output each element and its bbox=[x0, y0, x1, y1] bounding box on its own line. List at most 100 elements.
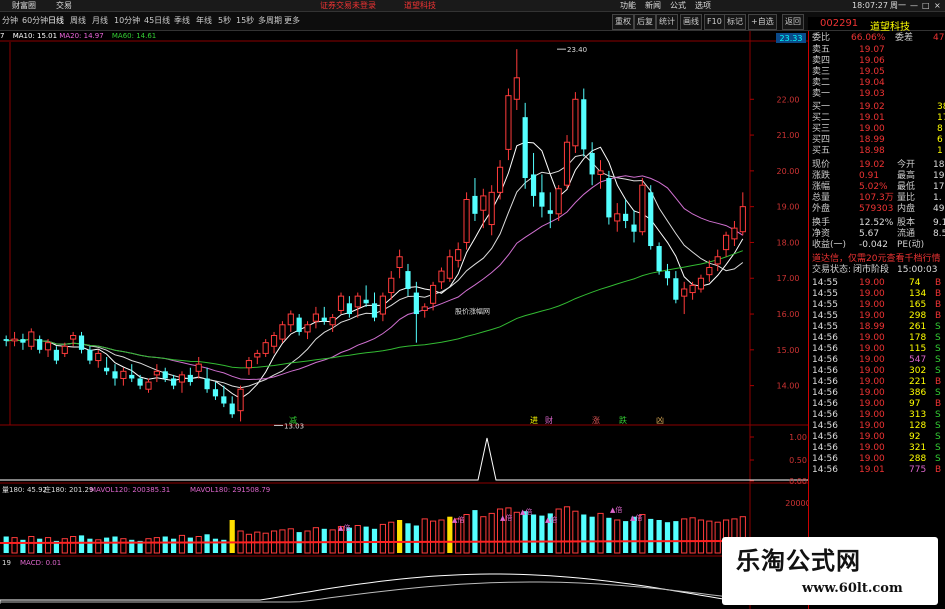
macd-legend: 19 bbox=[2, 559, 11, 567]
ask-row: 卖三 19.05 bbox=[809, 67, 945, 78]
candle-body bbox=[623, 213, 629, 221]
stat-row-cell: 最高 bbox=[897, 171, 916, 181]
stat-row-cell: 现价 bbox=[812, 160, 831, 170]
volume-bar bbox=[187, 537, 193, 553]
candle-body bbox=[396, 256, 403, 269]
stat-row-cell: 涨跌 bbox=[812, 171, 831, 181]
volume-mark: ▲倍 bbox=[520, 507, 532, 516]
dif-line bbox=[0, 573, 740, 602]
signal-badge: 减 bbox=[289, 415, 297, 425]
tick-row: 14:56 19.00 302 S bbox=[809, 366, 945, 377]
candle-body bbox=[446, 256, 453, 279]
tick-row-cell: 92 bbox=[909, 432, 921, 442]
volume-bar bbox=[379, 523, 386, 554]
watermark-url: www.60lt.com bbox=[802, 581, 903, 596]
quote-header: 002291 道望科技 bbox=[808, 17, 945, 33]
stat-row-cell: 今开 bbox=[897, 160, 916, 170]
bid-row-cell: 19.00 bbox=[859, 124, 885, 134]
volume-bar bbox=[28, 536, 35, 554]
ask-row: 卖四 19.06 bbox=[809, 56, 945, 67]
candle-body bbox=[262, 342, 269, 354]
volume-mark: ▲倍 bbox=[630, 513, 642, 522]
ask-row: 卖五 19.07 bbox=[809, 45, 945, 56]
candle-body bbox=[722, 234, 730, 251]
candle-body bbox=[648, 192, 654, 247]
tick-row-cell: 288 bbox=[909, 454, 927, 464]
close-icon[interactable]: × bbox=[934, 0, 941, 11]
volume-mark: ▲倍 bbox=[545, 515, 557, 524]
ask-row-cell: 19.06 bbox=[859, 56, 885, 66]
candle-body bbox=[496, 166, 504, 193]
tick-row: 14:56 19.00 128 S bbox=[809, 421, 945, 432]
candle-body bbox=[463, 198, 470, 243]
stat-row: 收益(一) -0.042 PE(动) bbox=[809, 240, 945, 251]
candle-body bbox=[296, 317, 302, 332]
tick-row-cell: 221 bbox=[909, 377, 927, 387]
candle-body bbox=[287, 313, 294, 326]
tick-row-cell: 14:56 bbox=[812, 366, 838, 376]
candle-body bbox=[505, 95, 512, 150]
tick-row-cell: S bbox=[935, 410, 941, 420]
tick-row-cell: 14:56 bbox=[812, 421, 838, 431]
candle-body bbox=[413, 292, 419, 315]
tick-row-cell: 19.00 bbox=[859, 443, 885, 453]
price-axis-label: 15.00 bbox=[777, 346, 800, 355]
tick-row-cell: 14:56 bbox=[812, 333, 838, 343]
stat-row: 换手 12.52% 股本 9.1 bbox=[809, 218, 945, 229]
signal-badge: 凶 bbox=[656, 416, 664, 425]
volume-bar bbox=[706, 520, 713, 554]
ma20-line bbox=[6, 175, 744, 381]
volume-bar bbox=[3, 536, 9, 553]
volume-bar bbox=[589, 516, 595, 553]
volume-bar bbox=[229, 520, 235, 553]
tick-row-cell: 19.00 bbox=[859, 300, 885, 310]
stock-code: 002291 bbox=[820, 18, 859, 29]
maximize-icon[interactable]: □ bbox=[922, 0, 930, 11]
tick-row-cell: 19.00 bbox=[859, 421, 885, 431]
candle-body bbox=[204, 378, 210, 390]
stat-row-cell: 8.5 bbox=[933, 229, 945, 239]
bid-row: 买三 19.00 8 bbox=[809, 124, 945, 135]
volume-bar bbox=[563, 506, 571, 554]
candle-body bbox=[438, 270, 445, 283]
candle-body bbox=[530, 174, 537, 196]
candle-body bbox=[606, 178, 612, 218]
tip-label: 股价涨幅网 bbox=[455, 306, 490, 315]
volume-bar bbox=[606, 517, 612, 553]
candle-body bbox=[337, 295, 345, 311]
stat-row-cell: 外盘 bbox=[812, 204, 831, 214]
candle-body bbox=[513, 77, 520, 100]
bid-row-cell: 18.99 bbox=[859, 135, 885, 145]
minimize-icon[interactable]: — bbox=[910, 0, 918, 11]
volume-bar bbox=[421, 518, 428, 554]
candle-body bbox=[405, 271, 411, 289]
tick-row-cell: 19.00 bbox=[859, 289, 885, 299]
ask-row-cell: 19.04 bbox=[859, 78, 885, 88]
tick-row: 14:56 19.00 313 S bbox=[809, 410, 945, 421]
tick-row: 14:56 19.00 221 B bbox=[809, 377, 945, 388]
volume-bar bbox=[572, 510, 579, 554]
bid-row-cell: 19.02 bbox=[859, 102, 885, 112]
stat-row: 涨跌 0.91 最高 19. bbox=[809, 171, 945, 182]
candle-body bbox=[664, 271, 671, 279]
volume-bar bbox=[20, 539, 26, 553]
volume-bar bbox=[455, 518, 462, 554]
volume-bar bbox=[405, 523, 411, 553]
tick-row-cell: S bbox=[935, 322, 941, 332]
tick-row-cell: 19.00 bbox=[859, 278, 885, 288]
tick-row-cell: 14:56 bbox=[812, 399, 838, 409]
ask-row-cell: 卖一 bbox=[812, 89, 831, 99]
candle-body bbox=[270, 335, 278, 347]
candle-body bbox=[689, 284, 696, 294]
tick-row: 14:56 19.00 547 S bbox=[809, 355, 945, 366]
kline-chart[interactable]: 22.00 21.00 20.00 19.00 18.00 17.00 16.00 15.00… bbox=[0, 0, 808, 609]
clock: 18:07:27 bbox=[852, 1, 888, 10]
bid-row-cell: 18.98 bbox=[859, 146, 885, 156]
volume-legend: MAVOL120: 200385.31 bbox=[90, 486, 170, 494]
volume-bar bbox=[78, 535, 85, 553]
volume-bar bbox=[371, 528, 378, 553]
volume-bar bbox=[673, 521, 679, 553]
promo-row: 道达信，仅需20元查看千档行情 bbox=[809, 254, 945, 265]
dea-line bbox=[0, 581, 741, 604]
stat-row-cell: 0.91 bbox=[859, 171, 880, 181]
